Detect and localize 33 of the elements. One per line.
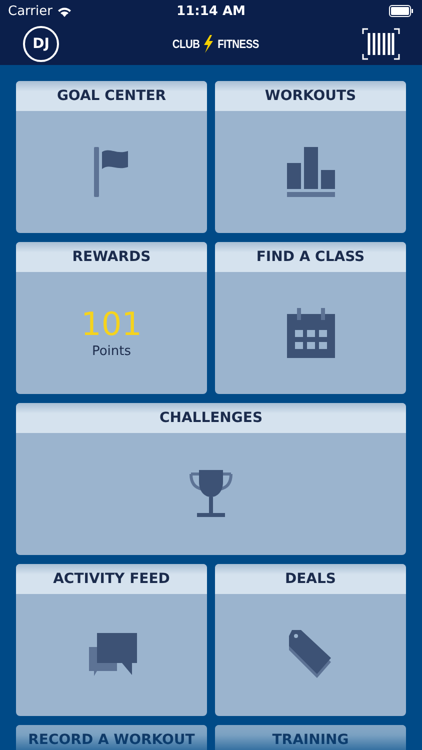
status-time: 11:14 AM: [176, 4, 246, 18]
carrier-label: Carrier: [8, 4, 52, 18]
points-label: Points: [92, 344, 132, 358]
avatar-button[interactable]: DJ: [23, 26, 59, 62]
club-logo: CLUB FITNESS: [172, 34, 260, 52]
bar-chart-icon: [286, 147, 334, 197]
tile-card[interactable]: TRAINING: [215, 725, 406, 750]
trophy-icon: [188, 470, 234, 518]
tile-title: DEALS: [284, 571, 336, 587]
calendar-icon: [286, 308, 334, 358]
wifi-icon: [57, 6, 72, 16]
tile-title: ACTIVITY FEED: [53, 571, 170, 587]
tile-card[interactable]: GOAL CENTER: [16, 81, 207, 233]
tile-title: REWARDS: [72, 249, 151, 265]
tile-card[interactable]: CHALLENGES: [16, 403, 406, 555]
tile-card[interactable]: DEALS: [215, 564, 406, 716]
chat-bubbles-icon: [86, 633, 136, 677]
points-value: 101: [80, 308, 142, 340]
price-tag-icon: [288, 630, 332, 680]
tile-title: RECORD A WORKOUT: [28, 732, 195, 748]
tile-title: CHALLENGES: [159, 410, 263, 426]
tile-title: TRAINING: [272, 732, 349, 748]
tile-card[interactable]: FIND A CLASS: [215, 242, 406, 394]
barcode-icon[interactable]: [362, 28, 400, 60]
tile-title: FIND A CLASS: [256, 249, 365, 265]
tile-card[interactable]: RECORD A WORKOUT: [16, 725, 207, 750]
tile-title: GOAL CENTER: [56, 88, 166, 104]
tile-card[interactable]: WORKOUTS: [215, 81, 406, 233]
tile-card[interactable]: REWARDS 101 Points: [16, 242, 207, 394]
tile-title: WORKOUTS: [264, 88, 356, 104]
tile-card[interactable]: ACTIVITY FEED: [16, 564, 207, 716]
battery-icon: [389, 5, 414, 17]
flag-icon: [94, 147, 130, 197]
